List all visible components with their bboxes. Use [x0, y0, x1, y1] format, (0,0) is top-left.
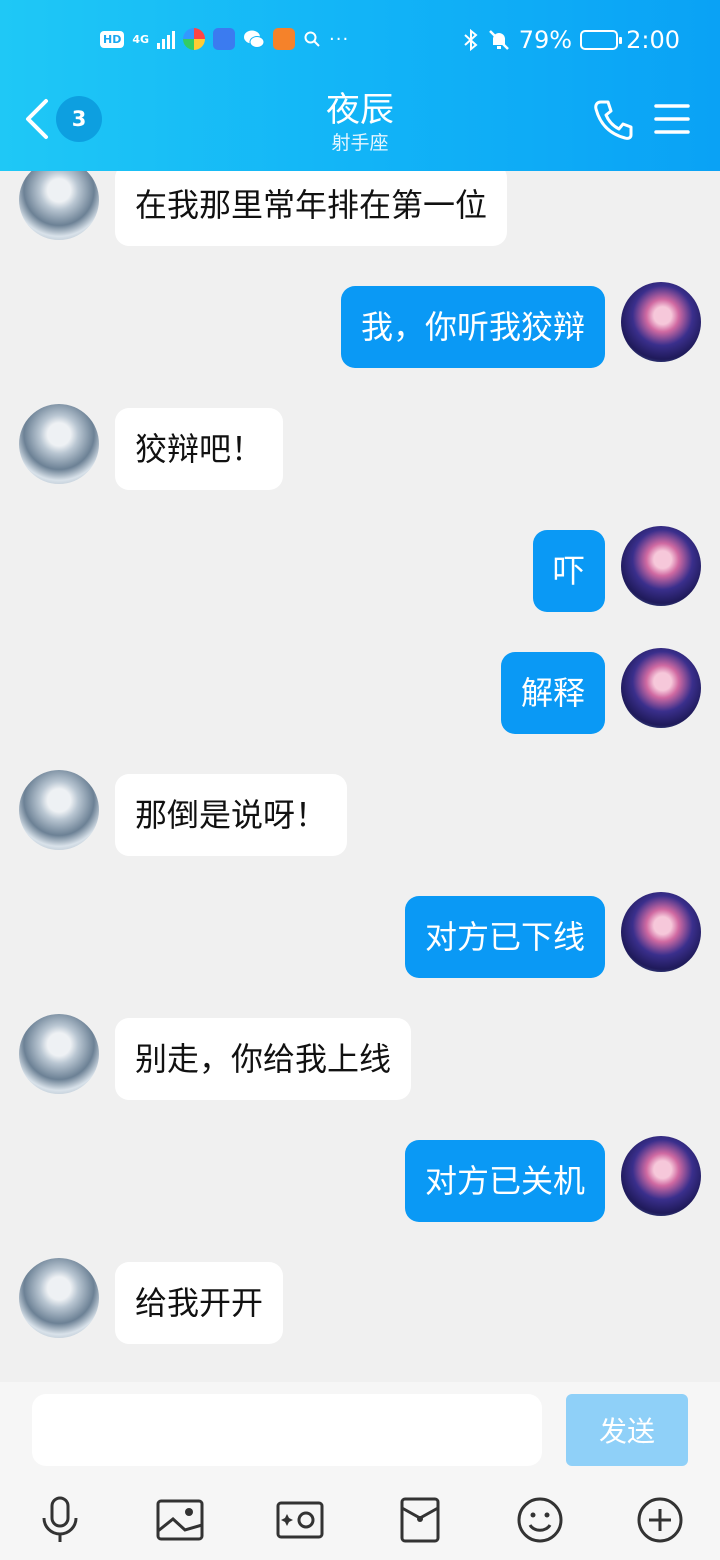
phone-icon — [594, 100, 633, 140]
hd-badge: HD — [100, 30, 125, 48]
status-left: HD 4G ··· — [100, 28, 349, 50]
more-status-icon: ··· — [329, 28, 350, 50]
voice-button[interactable] — [34, 1494, 86, 1546]
cloud-icon — [213, 28, 236, 50]
message-bubble[interactable]: 解释 — [500, 652, 605, 734]
emoji-icon — [517, 1497, 563, 1543]
contact-avatar[interactable] — [19, 171, 99, 240]
clock: 2:00 — [626, 26, 680, 54]
status-bar: HD 4G ··· 79% 2:00 — [0, 22, 720, 62]
contact-avatar[interactable] — [19, 770, 99, 850]
send-button[interactable]: 发送 — [566, 1394, 688, 1466]
network-label: 4G — [132, 32, 150, 46]
message-bubble[interactable]: 狡辩吧！ — [115, 408, 284, 490]
emoji-button[interactable] — [514, 1494, 566, 1546]
plus-icon — [637, 1497, 683, 1543]
message-bubble[interactable]: 给我开开 — [115, 1262, 284, 1344]
contact-avatar[interactable] — [19, 1014, 99, 1094]
camera-button[interactable] — [274, 1494, 326, 1546]
menu-icon — [654, 104, 690, 134]
search-status-icon — [304, 31, 320, 47]
menu-button[interactable] — [654, 102, 690, 140]
phone-call-button[interactable] — [592, 98, 634, 146]
more-button[interactable] — [634, 1494, 686, 1546]
status-right: 79% 2:00 — [463, 26, 680, 54]
message-input[interactable] — [32, 1394, 542, 1466]
image-button[interactable] — [154, 1494, 206, 1546]
red-packet-button[interactable] — [394, 1494, 446, 1546]
message-bubble[interactable]: 别走，你给我上线 — [115, 1018, 412, 1100]
message-bubble[interactable]: 对方已关机 — [404, 1140, 605, 1222]
message-bubble[interactable]: 在我那里常年排在第一位 — [115, 171, 508, 246]
battery-percent: 79% — [518, 26, 573, 54]
message-list[interactable]: 在我那里常年排在第一位 我，你听我狡辩 狡辩吧！ 吓 解释 那倒是说呀！ 对方已… — [0, 171, 720, 1382]
red-packet-icon — [400, 1497, 440, 1543]
video-app-icon — [273, 28, 296, 50]
message-bubble[interactable]: 吓 — [532, 530, 605, 612]
wechat-icon — [243, 28, 265, 50]
chat-header: HD 4G ··· 79% 2:00 3 夜辰 射手座 — [0, 0, 720, 171]
message-bubble[interactable]: 那倒是说呀！ — [115, 774, 348, 856]
mute-bell-icon — [488, 30, 509, 50]
my-avatar[interactable] — [621, 892, 701, 972]
image-icon — [156, 1499, 204, 1541]
microphone-icon — [42, 1496, 78, 1542]
my-avatar[interactable] — [621, 648, 701, 728]
signal-icon — [157, 29, 176, 49]
contact-avatar[interactable] — [19, 404, 99, 484]
message-bubble[interactable]: 对方已下线 — [404, 896, 605, 978]
contact-avatar[interactable] — [19, 1258, 99, 1338]
composer-bar: 发送 — [0, 1382, 720, 1560]
my-avatar[interactable] — [621, 282, 701, 362]
my-avatar[interactable] — [621, 1136, 701, 1216]
app-colorful-icon — [183, 28, 206, 50]
battery-icon — [580, 30, 623, 50]
bluetooth-icon — [464, 28, 478, 52]
my-avatar[interactable] — [621, 526, 701, 606]
camera-icon — [276, 1501, 324, 1539]
message-bubble[interactable]: 我，你听我狡辩 — [340, 286, 605, 368]
